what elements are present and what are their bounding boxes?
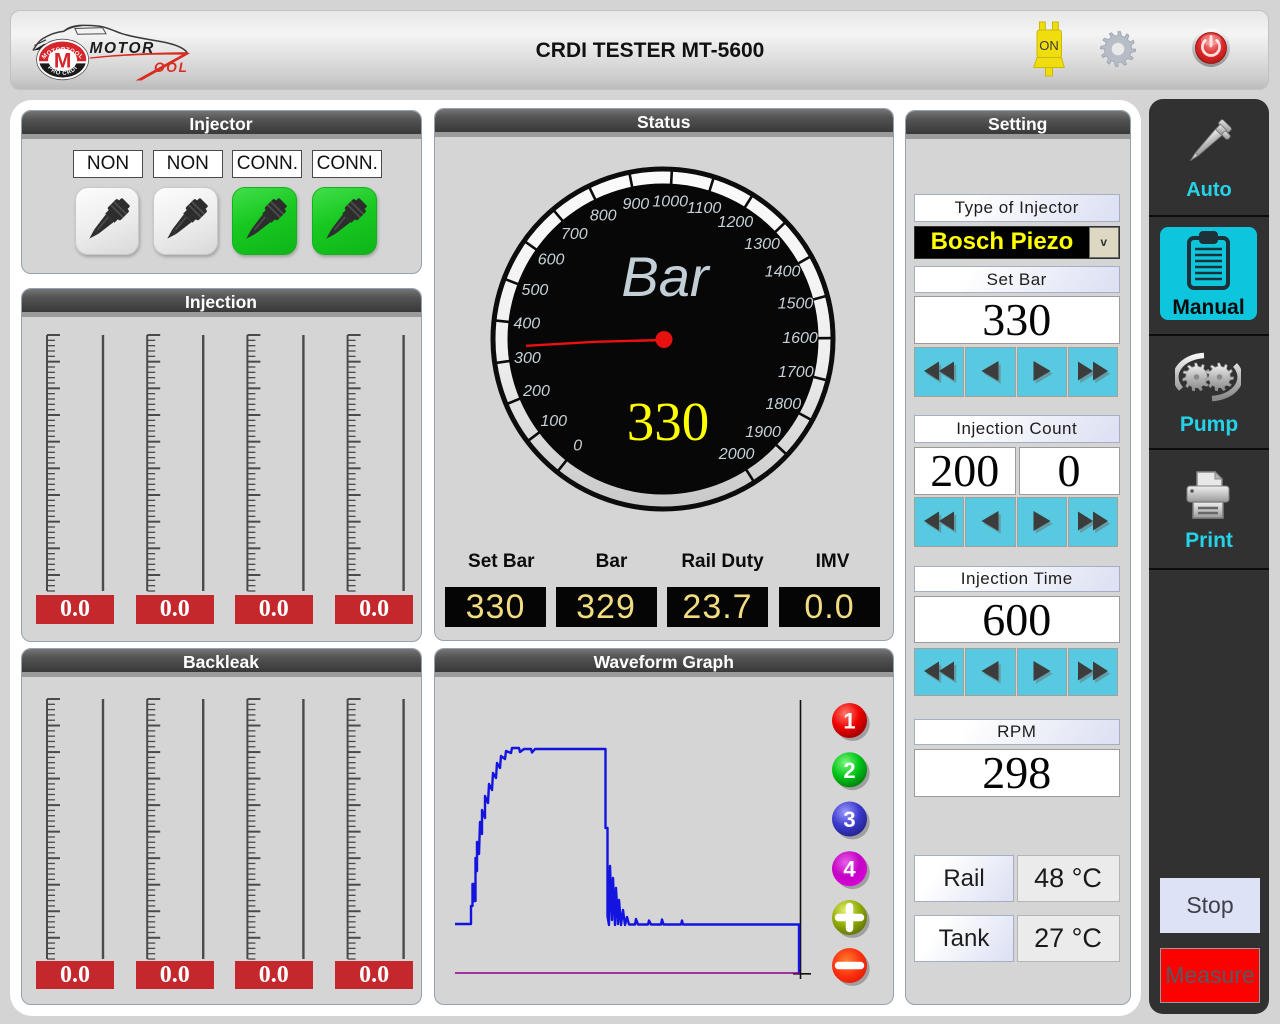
svg-text:1800: 1800 xyxy=(766,396,802,413)
svg-text:1200: 1200 xyxy=(718,214,754,231)
svg-text:1300: 1300 xyxy=(744,236,780,253)
svg-text:0: 0 xyxy=(573,438,582,455)
svg-text:Bar: Bar xyxy=(621,245,710,308)
svg-text:3: 3 xyxy=(843,807,855,832)
svg-text:1700: 1700 xyxy=(778,364,814,381)
svg-text:400: 400 xyxy=(513,316,540,333)
svg-text:2000: 2000 xyxy=(718,446,755,463)
svg-text:900: 900 xyxy=(622,196,649,213)
svg-text:1000: 1000 xyxy=(652,194,688,211)
svg-text:1400: 1400 xyxy=(765,264,801,281)
svg-text:500: 500 xyxy=(522,282,549,299)
svg-text:100: 100 xyxy=(540,413,567,430)
svg-text:2: 2 xyxy=(843,758,855,783)
svg-text:1500: 1500 xyxy=(778,296,814,313)
svg-text:800: 800 xyxy=(590,207,617,224)
svg-text:330: 330 xyxy=(627,391,710,452)
svg-text:ON: ON xyxy=(1039,38,1059,53)
svg-text:600: 600 xyxy=(538,252,565,269)
svg-text:1600: 1600 xyxy=(782,330,818,347)
svg-text:700: 700 xyxy=(561,226,588,243)
svg-text:200: 200 xyxy=(522,383,550,400)
svg-text:1100: 1100 xyxy=(687,200,722,217)
svg-text:300: 300 xyxy=(514,350,541,367)
svg-text:1900: 1900 xyxy=(745,424,781,441)
svg-text:1: 1 xyxy=(843,709,855,734)
svg-text:4: 4 xyxy=(843,857,856,882)
